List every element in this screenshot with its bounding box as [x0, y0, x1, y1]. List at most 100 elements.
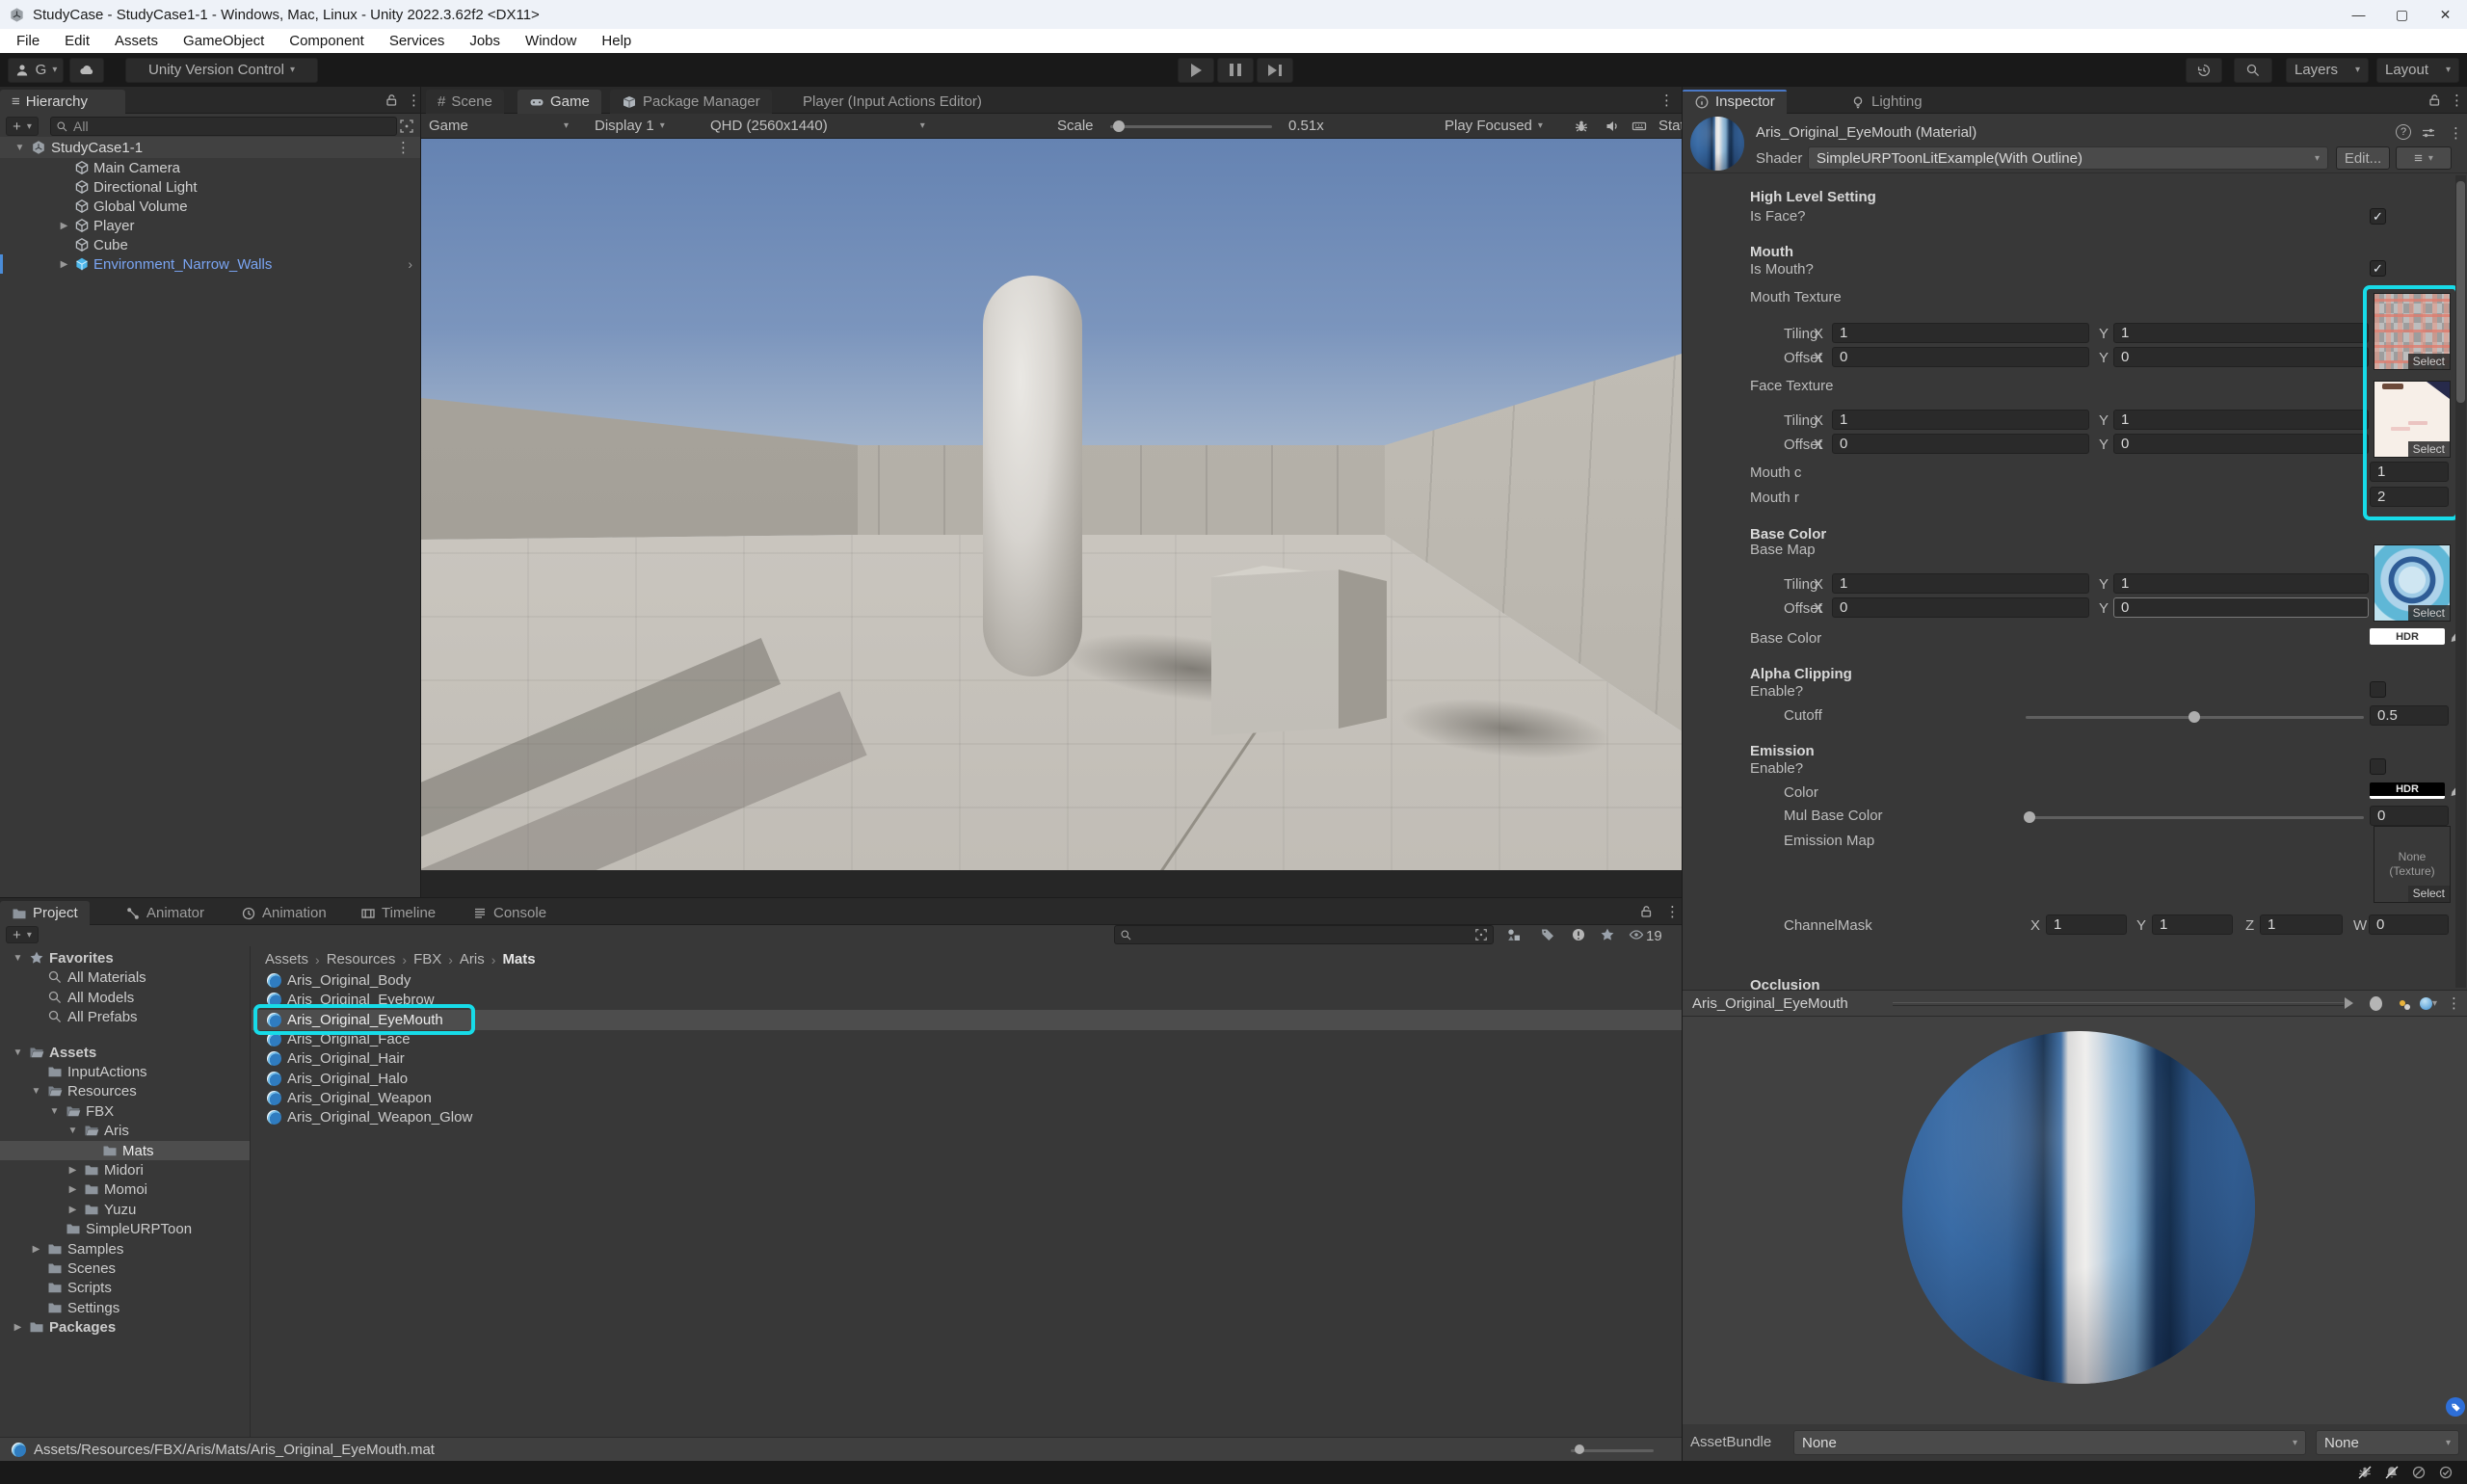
pause-button[interactable]	[1217, 58, 1254, 83]
material-thumbnail[interactable]	[1690, 117, 1744, 171]
menu-jobs[interactable]: Jobs	[457, 33, 513, 49]
menu-assets[interactable]: Assets	[102, 33, 171, 49]
base-map-thumbnail[interactable]: Select	[2374, 544, 2451, 622]
mul-base-color-field[interactable]: 0	[2370, 806, 2449, 826]
base-offset-y-field[interactable]: 0	[2113, 597, 2369, 618]
mouth-tiling-y-field[interactable]: 1	[2113, 323, 2369, 343]
channel-mask-w-field[interactable]: 0	[2369, 914, 2449, 935]
lock-icon[interactable]	[1638, 904, 1654, 919]
hierarchy-search[interactable]	[50, 117, 397, 136]
hierarchy-scene-row[interactable]: ▼ StudyCase1-1 ⋮	[0, 137, 420, 158]
project-tree-momoi[interactable]: ▶ Momoi	[0, 1179, 250, 1199]
inspector-scrollbar-thumb[interactable]	[2456, 181, 2465, 403]
scale-slider[interactable]	[1110, 125, 1272, 128]
preview-model-button[interactable]	[2365, 994, 2386, 1013]
project-add-button[interactable]: +▾	[6, 926, 39, 943]
maximize-button[interactable]: ▢	[2380, 0, 2424, 29]
emission-color-swatch[interactable]: HDR	[2370, 782, 2445, 799]
layout-dropdown[interactable]: Layout▾	[2376, 58, 2459, 83]
face-offset-x-field[interactable]: 0	[1832, 434, 2089, 454]
tab-project[interactable]: Project	[0, 901, 90, 925]
layers-dropdown[interactable]: Layers▾	[2286, 58, 2369, 83]
project-tree-favorites[interactable]: ▼ Favorites	[0, 948, 250, 967]
crumb-aris[interactable]: Aris	[460, 951, 485, 967]
tab-player-input-actions[interactable]: Player (Input Actions Editor)	[791, 90, 994, 114]
channel-mask-z-field[interactable]: 1	[2260, 914, 2343, 935]
preview-drag-handle[interactable]	[1893, 1002, 2344, 1006]
project-tree-samples[interactable]: ▶ Samples	[0, 1239, 250, 1259]
step-button[interactable]	[1257, 58, 1293, 83]
project-tree-settings[interactable]: Settings	[0, 1298, 250, 1317]
search-importlog-icon[interactable]	[1571, 927, 1586, 942]
game-menu-icon[interactable]: ⋮	[1659, 92, 1674, 109]
hierarchy-menu-icon[interactable]: ⋮	[407, 92, 421, 109]
shader-dropdown[interactable]: SimpleURPToonLitExample(With Outline)▾	[1808, 146, 2328, 170]
preview-shape-dropdown[interactable]: ▾	[2413, 994, 2444, 1013]
asset-bundle-variant-dropdown[interactable]: None▾	[2316, 1430, 2459, 1455]
minimize-button[interactable]: —	[2337, 0, 2380, 29]
preview-play-button[interactable]	[2338, 994, 2359, 1013]
project-tree-mats[interactable]: Mats	[0, 1141, 250, 1160]
project-tree-fbx[interactable]: ▼ FBX	[0, 1101, 250, 1121]
mouth-offset-y-field[interactable]: 0	[2113, 347, 2369, 367]
material-preview[interactable]	[1683, 1017, 2467, 1424]
file-aris-original-hair[interactable]: Aris_Original_Hair	[252, 1048, 1682, 1069]
base-offset-x-field[interactable]: 0	[1832, 597, 2089, 618]
mul-base-color-slider[interactable]	[2026, 816, 2364, 819]
menu-window[interactable]: Window	[513, 33, 589, 49]
hierarchy-item-environment-narrow-walls[interactable]: ▶ Environment_Narrow_Walls ›	[0, 254, 420, 274]
crumb-mats[interactable]: Mats	[502, 951, 535, 967]
project-tree-assets[interactable]: ▼ Assets	[0, 1043, 250, 1062]
asset-labels-icon[interactable]	[2446, 1397, 2465, 1417]
hierarchy-item-main-camera[interactable]: Main Camera	[0, 158, 420, 177]
picker-icon[interactable]	[399, 119, 414, 134]
project-tree-aris[interactable]: ▼ Aris	[0, 1121, 250, 1140]
project-tree-yuzu[interactable]: ▶ Yuzu	[0, 1200, 250, 1219]
base-color-swatch[interactable]: HDR	[2370, 628, 2445, 645]
material-menu-icon[interactable]: ⋮	[2449, 124, 2463, 142]
tab-lighting[interactable]: Lighting	[1839, 90, 1934, 114]
mouth-c-field[interactable]: 1	[2370, 462, 2449, 482]
preview-menu-icon[interactable]: ⋮	[2447, 994, 2461, 1012]
file-aris-original-weapon[interactable]: Aris_Original_Weapon	[252, 1088, 1682, 1108]
shader-edit-button[interactable]: Edit...	[2336, 146, 2390, 170]
tab-game[interactable]: Game	[517, 90, 601, 114]
project-tree-inputactions[interactable]: InputActions	[0, 1062, 250, 1081]
face-tiling-y-field[interactable]: 1	[2113, 410, 2369, 430]
cutoff-slider-knob[interactable]	[2188, 711, 2200, 723]
notifications-status-icon[interactable]	[2384, 1465, 2400, 1480]
tab-timeline[interactable]: Timeline	[349, 901, 447, 925]
preview-lighting-button[interactable]	[2392, 994, 2413, 1013]
shader-menu-button[interactable]: ≡▾	[2396, 146, 2452, 170]
menu-gameobject[interactable]: GameObject	[171, 33, 277, 49]
crumb-assets[interactable]: Assets	[265, 951, 308, 967]
lock-icon[interactable]	[2427, 93, 2442, 108]
play-focused-dropdown[interactable]: Play Focused▾	[1445, 114, 1543, 138]
file-aris-original-eyemouth[interactable]: Aris_Original_EyeMouth	[252, 1010, 1682, 1030]
menu-services[interactable]: Services	[377, 33, 458, 49]
project-tree-all-materials[interactable]: All Materials	[0, 967, 250, 987]
thumbnail-size-knob[interactable]	[1575, 1444, 1584, 1454]
cloud-button[interactable]	[69, 58, 104, 83]
inspector-menu-icon[interactable]: ⋮	[2450, 92, 2464, 109]
face-offset-y-field[interactable]: 0	[2113, 434, 2369, 454]
mouth-offset-x-field[interactable]: 0	[1832, 347, 2089, 367]
debugger-status-icon[interactable]	[2357, 1465, 2373, 1480]
hierarchy-item-global-volume[interactable]: Global Volume	[0, 197, 420, 216]
project-tree-simpleurptoon[interactable]: SimpleURPToon	[0, 1219, 250, 1238]
display-target-dropdown[interactable]: Game▾	[429, 114, 468, 138]
crumb-fbx[interactable]: FBX	[413, 951, 441, 967]
channel-mask-y-field[interactable]: 1	[2152, 914, 2233, 935]
project-search-input[interactable]	[1137, 927, 1470, 942]
file-aris-original-eyebrow[interactable]: Aris_Original_Eyebrow	[252, 990, 1682, 1010]
tab-package-manager[interactable]: Package Manager	[610, 90, 772, 114]
mute-audio-button[interactable]	[1605, 114, 1620, 138]
file-aris-original-weapon-glow[interactable]: Aris_Original_Weapon_Glow	[252, 1107, 1682, 1127]
debug-button[interactable]	[1574, 114, 1589, 138]
keyboard-button[interactable]	[1631, 114, 1647, 138]
project-tree-resources[interactable]: ▼ Resources	[0, 1081, 250, 1100]
hierarchy-item-directional-light[interactable]: Directional Light	[0, 177, 420, 197]
alpha-enable-checkbox[interactable]	[2370, 681, 2386, 698]
scene-menu-icon[interactable]: ⋮	[396, 139, 411, 156]
mouth-r-field[interactable]: 2	[2370, 487, 2449, 507]
